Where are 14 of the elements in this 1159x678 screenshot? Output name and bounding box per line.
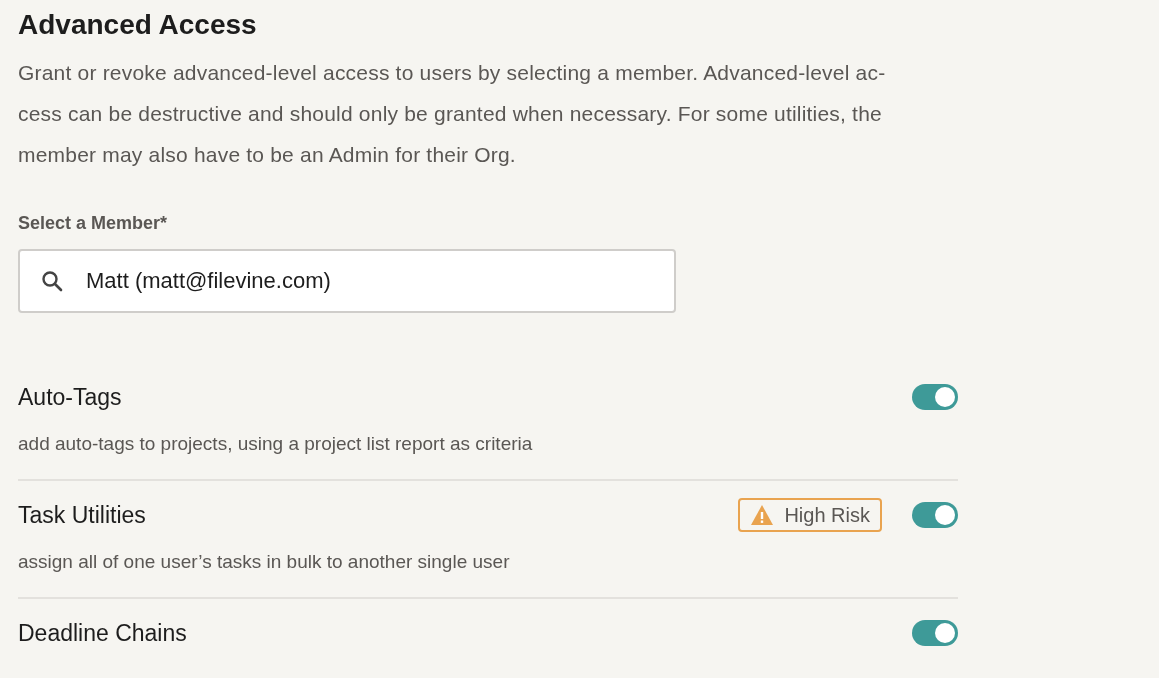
page-title: Advanced Access <box>18 8 258 42</box>
utility-description: assign all of one user’s tasks in bulk to another single user <box>18 551 511 573</box>
utility-name: Auto-Tags <box>18 383 122 411</box>
warning-icon <box>750 504 775 526</box>
description-paragraph: Grant or revoke advanced-level access to users by selecting a member. Advanced-level ac- cess can be destructive and should only be granted when necessary. For some utilities, the member may also have to be an Admin for their Org. <box>18 60 887 168</box>
search-field[interactable]: Matt (matt@filevine.com) <box>18 249 676 313</box>
badge-label: High Risk <box>784 503 870 527</box>
toggle-switch[interactable] <box>912 620 958 646</box>
utility-name: Task Utilities <box>18 501 146 529</box>
field-label: Select a Member* <box>18 212 169 235</box>
utility-name: Deadline Chains <box>18 619 187 647</box>
toggle-switch[interactable] <box>912 384 958 410</box>
toggle-switch[interactable] <box>912 502 958 528</box>
utility-description: add auto-tags to projects, using a project list report as criteria <box>18 433 534 455</box>
